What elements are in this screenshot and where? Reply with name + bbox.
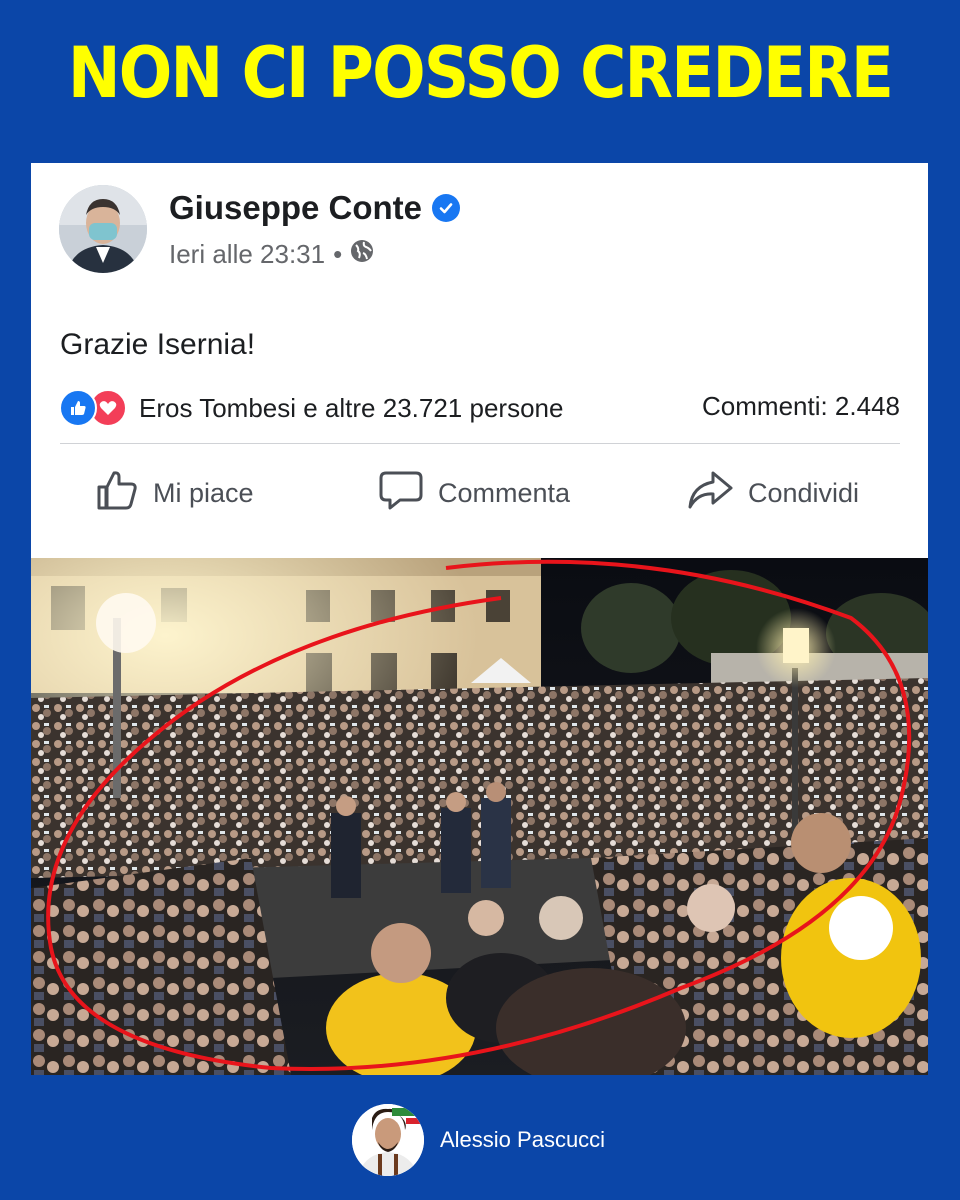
divider bbox=[60, 443, 900, 444]
comments-count[interactable]: Commenti: 2.448 bbox=[702, 391, 900, 422]
speech-bubble-icon bbox=[378, 468, 424, 519]
reactions-text: Eros Tombesi e altre 23.721 persone bbox=[139, 392, 564, 423]
footer-name: Alessio Pascucci bbox=[440, 1127, 606, 1152]
thumbs-up-outline-icon bbox=[95, 468, 139, 519]
share-arrow-icon bbox=[686, 468, 734, 519]
post-timestamp[interactable]: Ieri alle 23:31 bbox=[169, 239, 325, 270]
author-avatar[interactable] bbox=[59, 185, 147, 273]
facebook-post-card: Giuseppe Conte Ieri alle 23:31 • Grazie … bbox=[31, 163, 928, 1075]
comment-label: Commenta bbox=[438, 478, 571, 508]
like-label: Mi piace bbox=[153, 478, 254, 508]
footer-avatar bbox=[352, 1104, 424, 1176]
share-button[interactable]: Condividi bbox=[686, 468, 859, 519]
globe-icon[interactable] bbox=[350, 239, 374, 270]
post-photo[interactable] bbox=[31, 558, 928, 1075]
action-bar: Mi piace Commenta Condividi bbox=[31, 468, 928, 528]
footer-credit: Alessio Pascucci bbox=[352, 1104, 605, 1176]
share-label: Condividi bbox=[748, 478, 860, 508]
author-name[interactable]: Giuseppe Conte bbox=[169, 189, 422, 227]
comment-button[interactable]: Commenta bbox=[378, 468, 570, 519]
verified-badge-icon bbox=[432, 194, 461, 222]
reactions-summary[interactable]: Eros Tombesi e altre 23.721 persone bbox=[59, 389, 563, 427]
post-author[interactable]: Giuseppe Conte bbox=[169, 189, 461, 227]
meta-separator: • bbox=[333, 239, 343, 269]
headline: NON CI POSSO CREDERE bbox=[67, 32, 894, 114]
like-button[interactable]: Mi piace bbox=[95, 468, 254, 519]
post-text: Grazie Isernia! bbox=[60, 328, 256, 361]
thumbs-up-icon bbox=[59, 389, 97, 427]
post-meta: Ieri alle 23:31 • bbox=[169, 239, 374, 270]
